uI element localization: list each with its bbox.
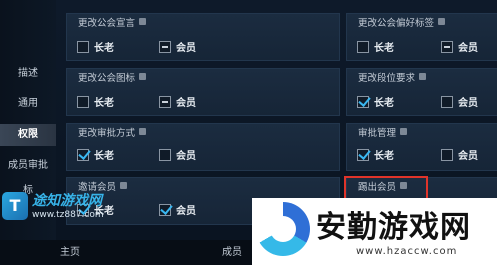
info-icon[interactable] xyxy=(120,182,128,189)
checkbox-unchecked-icon[interactable] xyxy=(357,40,369,53)
option-elder[interactable]: 长老 xyxy=(357,39,394,54)
checkbox-checked-icon[interactable] xyxy=(77,148,89,161)
watermark-title: 途知游戏网 xyxy=(32,193,102,209)
option-elder[interactable]: 长老 xyxy=(77,94,114,109)
checkbox-unchecked-icon[interactable] xyxy=(77,40,89,53)
option-elder[interactable]: 长老 xyxy=(77,39,114,54)
checkbox-unchecked-icon[interactable] xyxy=(77,95,89,108)
panel-change-icon: 更改公会图标 长老 会员 xyxy=(66,68,340,116)
panel-change-approval-method: 更改审批方式 长老 会员 xyxy=(66,123,340,171)
watermark-left: T 途知游戏网 www.tz887.com xyxy=(2,190,120,230)
option-elder[interactable]: 长老 xyxy=(77,147,114,162)
option-member[interactable]: 会员 xyxy=(441,39,478,54)
panel-title: 更改审批方式 xyxy=(78,125,147,139)
option-elder[interactable]: 长老 xyxy=(357,147,394,162)
info-icon[interactable] xyxy=(139,18,147,25)
tab-members[interactable]: 成员 xyxy=(222,240,242,265)
info-icon[interactable] xyxy=(419,73,427,80)
panel-change-preference-tags: 更改公会偏好标签 长老 会员 xyxy=(346,13,497,61)
info-icon[interactable] xyxy=(400,128,408,135)
sidebar-item-general[interactable]: 通用 xyxy=(0,93,56,115)
checkbox-dash-icon[interactable] xyxy=(441,40,453,53)
tab-home[interactable]: 主页 xyxy=(60,240,80,265)
checkbox-unchecked-icon[interactable] xyxy=(441,95,453,108)
checkbox-unchecked-icon[interactable] xyxy=(441,148,453,161)
info-icon[interactable] xyxy=(139,73,147,80)
option-member[interactable]: 会员 xyxy=(159,39,196,54)
panel-change-announcement: 更改公会宣言 长老 会员 xyxy=(66,13,340,61)
site-logo-icon xyxy=(256,202,310,256)
panel-title: 审批管理 xyxy=(358,125,408,139)
option-member[interactable]: 会员 xyxy=(441,94,478,109)
panel-change-rank-requirement: 更改段位要求 长老 会员 xyxy=(346,68,497,116)
checkbox-checked-icon[interactable] xyxy=(357,148,369,161)
panel-title: 更改段位要求 xyxy=(358,70,427,84)
panel-approval-management: 审批管理 长老 会员 xyxy=(346,123,497,171)
sidebar-item-description[interactable]: 描述 xyxy=(0,63,56,85)
option-member[interactable]: 会员 xyxy=(159,147,196,162)
site-logo-icon: T xyxy=(2,192,28,220)
watermark-title: 安勤游戏网 xyxy=(316,210,471,245)
info-icon[interactable] xyxy=(139,128,147,135)
guild-permissions-screen: 描述 通用 权限 成员审批 标 更改公会宣言 长老 会员 更改公会偏好标签 长老… xyxy=(0,0,497,265)
checkbox-checked-icon[interactable] xyxy=(357,95,369,108)
watermark-url: www.hzaccw.com xyxy=(356,246,458,257)
watermark-right: 安勤游戏网 www.hzaccw.com xyxy=(252,198,497,265)
info-icon[interactable] xyxy=(438,18,446,25)
checkbox-checked-icon[interactable] xyxy=(159,203,171,216)
option-member[interactable]: 会员 xyxy=(159,94,196,109)
option-elder[interactable]: 长老 xyxy=(357,94,394,109)
sidebar-item-permissions[interactable]: 权限 xyxy=(0,124,56,146)
option-member[interactable]: 会员 xyxy=(441,147,478,162)
checkbox-dash-icon[interactable] xyxy=(159,95,171,108)
checkbox-dash-icon[interactable] xyxy=(159,40,171,53)
panel-title: 更改公会偏好标签 xyxy=(358,15,446,29)
panel-title: 更改公会宣言 xyxy=(78,15,147,29)
checkbox-unchecked-icon[interactable] xyxy=(159,148,171,161)
watermark-url: www.tz887.com xyxy=(32,210,104,220)
panel-title: 更改公会图标 xyxy=(78,70,147,84)
sidebar-item-member-approval[interactable]: 成员审批 xyxy=(0,155,56,177)
option-member[interactable]: 会员 xyxy=(159,202,196,217)
